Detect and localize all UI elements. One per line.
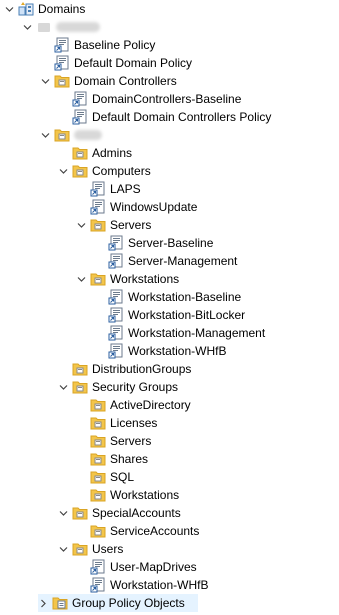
- tree-node-ou-servers-groups[interactable]: Servers: [90, 432, 151, 450]
- tree-node-gpo-link[interactable]: Baseline Policy: [54, 36, 155, 54]
- ou-folder-icon: [90, 397, 106, 413]
- gpo-link-icon: [90, 577, 106, 593]
- ou-folder-icon: [90, 487, 106, 503]
- ou-folder-icon: [90, 415, 106, 431]
- ou-folder-icon: [90, 451, 106, 467]
- ou-folder-icon: [72, 145, 88, 161]
- tree-node-ou-users[interactable]: Users: [58, 540, 123, 558]
- gpo-link-icon: [108, 325, 124, 341]
- redacted-domain-name: [56, 22, 100, 32]
- gpo-link-icon: [90, 199, 106, 215]
- collapse-arrow-icon[interactable]: [76, 270, 86, 288]
- tree-node-gpo-link[interactable]: Workstation-Baseline: [108, 288, 241, 306]
- tree-node-ou-distribution-groups[interactable]: DistributionGroups: [72, 360, 191, 378]
- collapse-arrow-icon[interactable]: [58, 378, 68, 396]
- collapse-arrow-icon[interactable]: [22, 18, 32, 36]
- tree-node-gpo-link[interactable]: Workstation-WHfB: [90, 576, 208, 594]
- tree-node-ou-admins[interactable]: Admins: [72, 144, 132, 162]
- tree-node-gpo-link[interactable]: LAPS: [90, 180, 141, 198]
- collapse-arrow-icon[interactable]: [40, 72, 50, 90]
- tree-node-ou-computers[interactable]: Computers: [58, 162, 151, 180]
- ou-folder-icon: [72, 379, 88, 395]
- ou-folder-icon: [90, 433, 106, 449]
- ou-folder-icon: [54, 127, 70, 143]
- ou-folder-icon: [90, 469, 106, 485]
- tree-node-label: Domains: [38, 2, 86, 16]
- tree-node-gpo-link[interactable]: User-MapDrives: [90, 558, 197, 576]
- ou-folder-icon: [72, 361, 88, 377]
- tree-node-gpo-link[interactable]: Default Domain Policy: [54, 54, 192, 72]
- tree-node-ou-licenses[interactable]: Licenses: [90, 414, 157, 432]
- tree-node-ou-active-directory[interactable]: ActiveDirectory: [90, 396, 191, 414]
- gpo-link-icon: [54, 55, 70, 71]
- tree-node-gpo-link[interactable]: Workstation-Management: [108, 324, 265, 342]
- gpo-link-icon: [108, 343, 124, 359]
- ou-folder-icon: [72, 505, 88, 521]
- gpo-link-icon: [72, 91, 88, 107]
- domains-icon: [18, 1, 34, 17]
- redacted-ou-name: [74, 130, 102, 140]
- ou-folder-icon: [90, 523, 106, 539]
- tree-node-ou-organization[interactable]: [40, 126, 102, 144]
- gpo-link-icon: [108, 253, 124, 269]
- collapse-arrow-icon[interactable]: [58, 504, 68, 522]
- collapse-arrow-icon[interactable]: [58, 162, 68, 180]
- tree-node-gpo-link[interactable]: Server-Management: [108, 252, 237, 270]
- tree-node-ou-workstations[interactable]: Workstations: [76, 270, 179, 288]
- tree-node-ou-sql[interactable]: SQL: [90, 468, 134, 486]
- gpo-folder-icon: [52, 595, 68, 611]
- gpo-link-icon: [108, 307, 124, 323]
- gpo-link-icon: [54, 37, 70, 53]
- tree-node-gpo-link[interactable]: Default Domain Controllers Policy: [72, 108, 271, 126]
- tree-node-gpo-link[interactable]: Server-Baseline: [108, 234, 213, 252]
- collapse-arrow-icon[interactable]: [4, 0, 14, 18]
- ou-folder-icon: [54, 73, 70, 89]
- tree-node-ou-special-accounts[interactable]: SpecialAccounts: [58, 504, 181, 522]
- tree-node-ou-service-accounts[interactable]: ServiceAccounts: [90, 522, 199, 540]
- tree-node-ou-workstations-groups[interactable]: Workstations: [90, 486, 179, 504]
- gpo-link-icon: [108, 289, 124, 305]
- tree-node-ou-security-groups[interactable]: Security Groups: [58, 378, 178, 396]
- gpmc-tree: Domains Baseline Policy Default Domain P…: [0, 0, 339, 615]
- tree-node-ou-servers[interactable]: Servers: [76, 216, 151, 234]
- ou-folder-icon: [72, 541, 88, 557]
- tree-node-ou-shares[interactable]: Shares: [90, 450, 148, 468]
- tree-node-domain[interactable]: [22, 18, 100, 36]
- tree-node-gpo-link[interactable]: Workstation-BitLocker: [108, 306, 245, 324]
- tree-node-domains[interactable]: Domains: [4, 0, 85, 18]
- tree-node-group-policy-objects[interactable]: Group Policy Objects: [38, 594, 198, 612]
- gpo-link-icon: [72, 109, 88, 125]
- tree-node-gpo-link[interactable]: DomainControllers-Baseline: [72, 90, 241, 108]
- domain-icon: [36, 19, 52, 35]
- collapse-arrow-icon[interactable]: [76, 216, 86, 234]
- ou-folder-icon: [90, 217, 106, 233]
- ou-folder-icon: [90, 271, 106, 287]
- gpo-link-icon: [108, 235, 124, 251]
- collapse-arrow-icon[interactable]: [58, 540, 68, 558]
- collapse-arrow-icon[interactable]: [40, 126, 50, 144]
- tree-node-ou-domain-controllers[interactable]: Domain Controllers: [40, 72, 177, 90]
- gpo-link-icon: [90, 559, 106, 575]
- expand-arrow-icon[interactable]: [38, 594, 48, 612]
- gpo-link-icon: [90, 181, 106, 197]
- tree-node-gpo-link[interactable]: WindowsUpdate: [90, 198, 197, 216]
- ou-folder-icon: [72, 163, 88, 179]
- tree-node-gpo-link[interactable]: Workstation-WHfB: [108, 342, 226, 360]
